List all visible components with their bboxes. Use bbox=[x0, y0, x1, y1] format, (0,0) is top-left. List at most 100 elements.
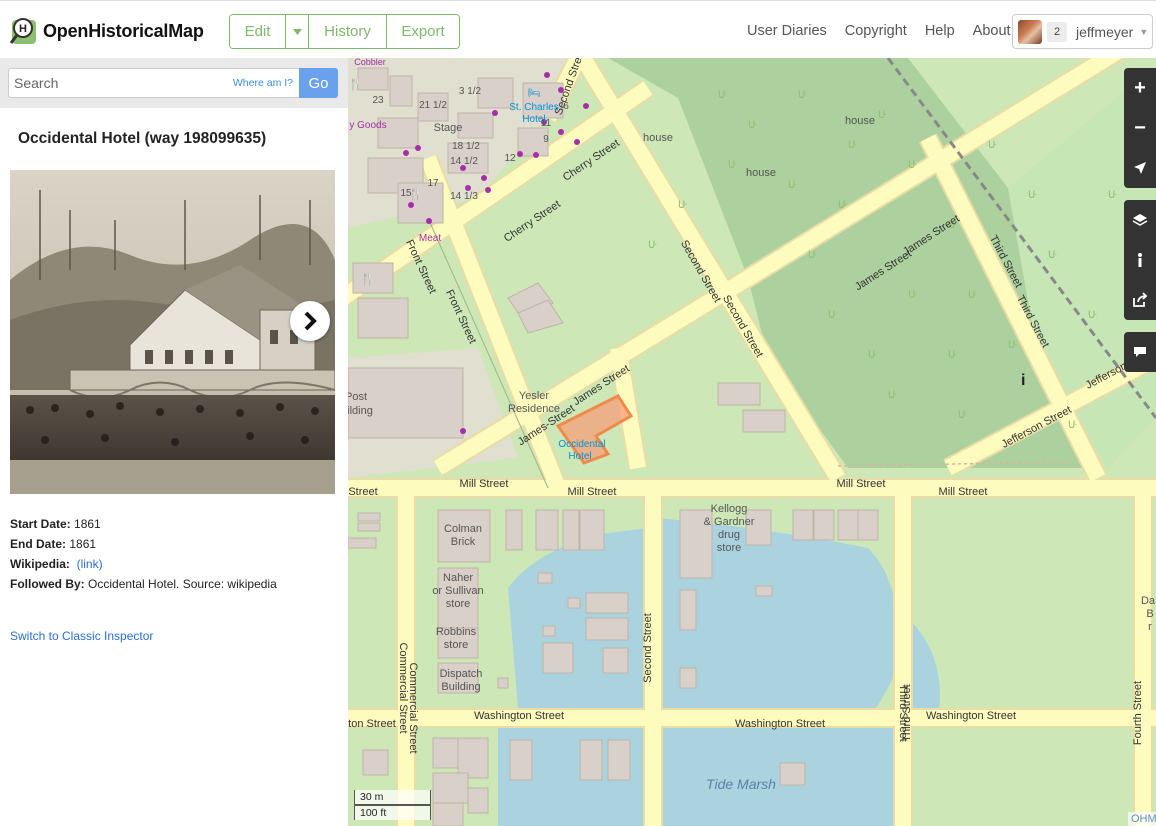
svg-text:Post: Post bbox=[348, 391, 367, 403]
zoom-in-button[interactable]: + bbox=[1124, 68, 1156, 108]
svg-text:ᑘ: ᑘ bbox=[848, 140, 857, 151]
map-attribution[interactable]: OHM bbox=[1128, 812, 1156, 826]
minus-icon: − bbox=[1134, 116, 1146, 139]
svg-text:ᑘ: ᑘ bbox=[888, 390, 897, 401]
search-input[interactable]: Search Where am I? bbox=[8, 68, 299, 98]
tag-row: Wikipedia: (link) bbox=[10, 557, 103, 571]
svg-text:ᑘ: ᑘ bbox=[808, 250, 817, 261]
locate-button[interactable] bbox=[1124, 148, 1156, 188]
sidebar: Search Where am I? Go Occidental Hotel (… bbox=[0, 58, 348, 826]
svg-text:house: house bbox=[643, 132, 673, 144]
svg-text:H: H bbox=[19, 23, 27, 35]
layer-controls bbox=[1124, 200, 1156, 320]
svg-text:drug: drug bbox=[718, 529, 740, 541]
plus-icon: + bbox=[1134, 76, 1146, 99]
nav-about[interactable]: About bbox=[973, 23, 1011, 39]
svg-text:or Sullivan: or Sullivan bbox=[432, 585, 483, 597]
secondary-nav: User Diaries Copyright Help About bbox=[747, 23, 1011, 39]
street-label: Mill Street bbox=[939, 486, 988, 498]
edit-button[interactable]: Edit bbox=[230, 15, 286, 48]
svg-text:ᑘ: ᑘ bbox=[678, 200, 687, 211]
svg-text:Cobbler: Cobbler bbox=[354, 58, 386, 67]
svg-text:9: 9 bbox=[543, 134, 549, 145]
svg-text:ᑘ: ᑘ bbox=[1068, 420, 1077, 431]
svg-text:B: B bbox=[1146, 608, 1153, 620]
svg-text:house: house bbox=[746, 167, 776, 179]
svg-text:14 1/2: 14 1/2 bbox=[450, 156, 478, 167]
street-label: Washington Street bbox=[735, 718, 825, 730]
svg-text:store: store bbox=[717, 542, 741, 554]
street-label: Street bbox=[348, 486, 377, 498]
map-controls: + − bbox=[1124, 68, 1156, 384]
svg-text:17: 17 bbox=[427, 178, 439, 189]
scale-bar: 30 m 100 ft bbox=[354, 790, 431, 820]
svg-text:ᑘ: ᑘ bbox=[968, 290, 977, 301]
user-menu[interactable]: 2 jeffmeyer ▼ bbox=[1012, 14, 1153, 49]
svg-text:Building: Building bbox=[441, 681, 480, 693]
svg-text:ᑘ: ᑘ bbox=[648, 240, 657, 251]
zoom-controls: + − bbox=[1124, 68, 1156, 188]
street-label: Washington Street bbox=[474, 710, 564, 722]
street-label: Second Street bbox=[642, 613, 654, 683]
svg-text:ᑘ: ᑘ bbox=[868, 350, 877, 361]
svg-text:& Gardner: & Gardner bbox=[704, 516, 755, 528]
hotel-icon: 🛏 bbox=[528, 88, 541, 99]
edit-button-group: Edit History Export bbox=[229, 14, 460, 49]
svg-text:ᑘ: ᑘ bbox=[1028, 190, 1037, 201]
nav-help[interactable]: Help bbox=[925, 23, 955, 39]
street-label: Fourth Street bbox=[1132, 681, 1144, 745]
street-label: ton Street bbox=[348, 718, 396, 730]
svg-text:ᑘ: ᑘ bbox=[908, 160, 917, 171]
top-header: H OpenHistoricalMap Edit History Export … bbox=[0, 0, 1156, 58]
edit-dropdown-button[interactable] bbox=[286, 15, 309, 48]
feature-title: Occidental Hotel (way 198099635) bbox=[18, 130, 267, 147]
svg-text:ᑘ: ᑘ bbox=[838, 200, 847, 211]
nav-user-diaries[interactable]: User Diaries bbox=[747, 23, 827, 39]
go-button[interactable]: Go bbox=[299, 68, 338, 98]
svg-text:ᑘ: ᑘ bbox=[728, 160, 737, 171]
info-icon bbox=[1138, 253, 1142, 267]
nav-copyright[interactable]: Copyright bbox=[845, 23, 907, 39]
username: jeffmeyer bbox=[1076, 23, 1134, 40]
svg-text:Da: Da bbox=[1141, 595, 1156, 607]
export-button[interactable]: Export bbox=[387, 15, 459, 48]
svg-text:6: 6 bbox=[563, 101, 569, 112]
logo[interactable]: H OpenHistoricalMap bbox=[9, 17, 204, 45]
svg-text:ᑘ: ᑘ bbox=[1048, 250, 1057, 261]
svg-text:ᑘ: ᑘ bbox=[1108, 190, 1117, 201]
svg-text:15: 15 bbox=[400, 188, 412, 199]
svg-text:12: 12 bbox=[504, 153, 516, 164]
zoom-out-button[interactable]: − bbox=[1124, 108, 1156, 148]
street-label: Mill Street bbox=[568, 486, 617, 498]
svg-text:Naher: Naher bbox=[443, 572, 473, 584]
svg-text:Stage: Stage bbox=[434, 122, 463, 134]
svg-text:Residence: Residence bbox=[508, 403, 560, 415]
svg-text:3 1/2: 3 1/2 bbox=[459, 86, 482, 97]
message-count-badge[interactable]: 2 bbox=[1047, 21, 1067, 42]
switch-classic-inspector-link[interactable]: Switch to Classic Inspector bbox=[10, 629, 153, 643]
svg-text:St. Charles: St. Charles bbox=[509, 102, 558, 113]
svg-text:ilding: ilding bbox=[348, 405, 373, 417]
map-key-button[interactable] bbox=[1124, 240, 1156, 280]
svg-text:ᑘ: ᑘ bbox=[958, 410, 967, 421]
map-view[interactable]: 🍴 🍴 🍴 🛏 i ᑘᑘᑘ ᑘᑘᑘ ᑘᑘᑘ ᑘᑘᑘ ᑘᑘᑘ ᑘᑘᑘ ᑘᑘᑘ ᑘᑘ… bbox=[348, 58, 1156, 826]
chevron-right-icon bbox=[304, 311, 317, 331]
next-photo-button[interactable] bbox=[290, 301, 330, 341]
svg-text:ᑘ: ᑘ bbox=[878, 110, 887, 121]
wikipedia-link[interactable]: (link) bbox=[77, 557, 103, 571]
share-button[interactable] bbox=[1124, 280, 1156, 320]
history-button[interactable]: History bbox=[309, 15, 387, 48]
where-am-i-link[interactable]: Where am I? bbox=[233, 77, 293, 89]
app-name: OpenHistoricalMap bbox=[43, 20, 204, 41]
street-label: Mill Street bbox=[460, 478, 509, 490]
svg-text:14 1/3: 14 1/3 bbox=[450, 191, 478, 202]
location-arrow-icon bbox=[1134, 162, 1146, 174]
layers-button[interactable] bbox=[1124, 200, 1156, 240]
add-note-button[interactable] bbox=[1124, 332, 1156, 372]
svg-text:store: store bbox=[444, 639, 468, 651]
svg-text:house: house bbox=[845, 115, 875, 127]
svg-text:ᑘ: ᑘ bbox=[988, 140, 997, 151]
restaurant-icon: 🍴 bbox=[348, 77, 363, 91]
street-label: Third Street bbox=[901, 684, 913, 741]
search-bar: Search Where am I? Go bbox=[0, 58, 348, 108]
